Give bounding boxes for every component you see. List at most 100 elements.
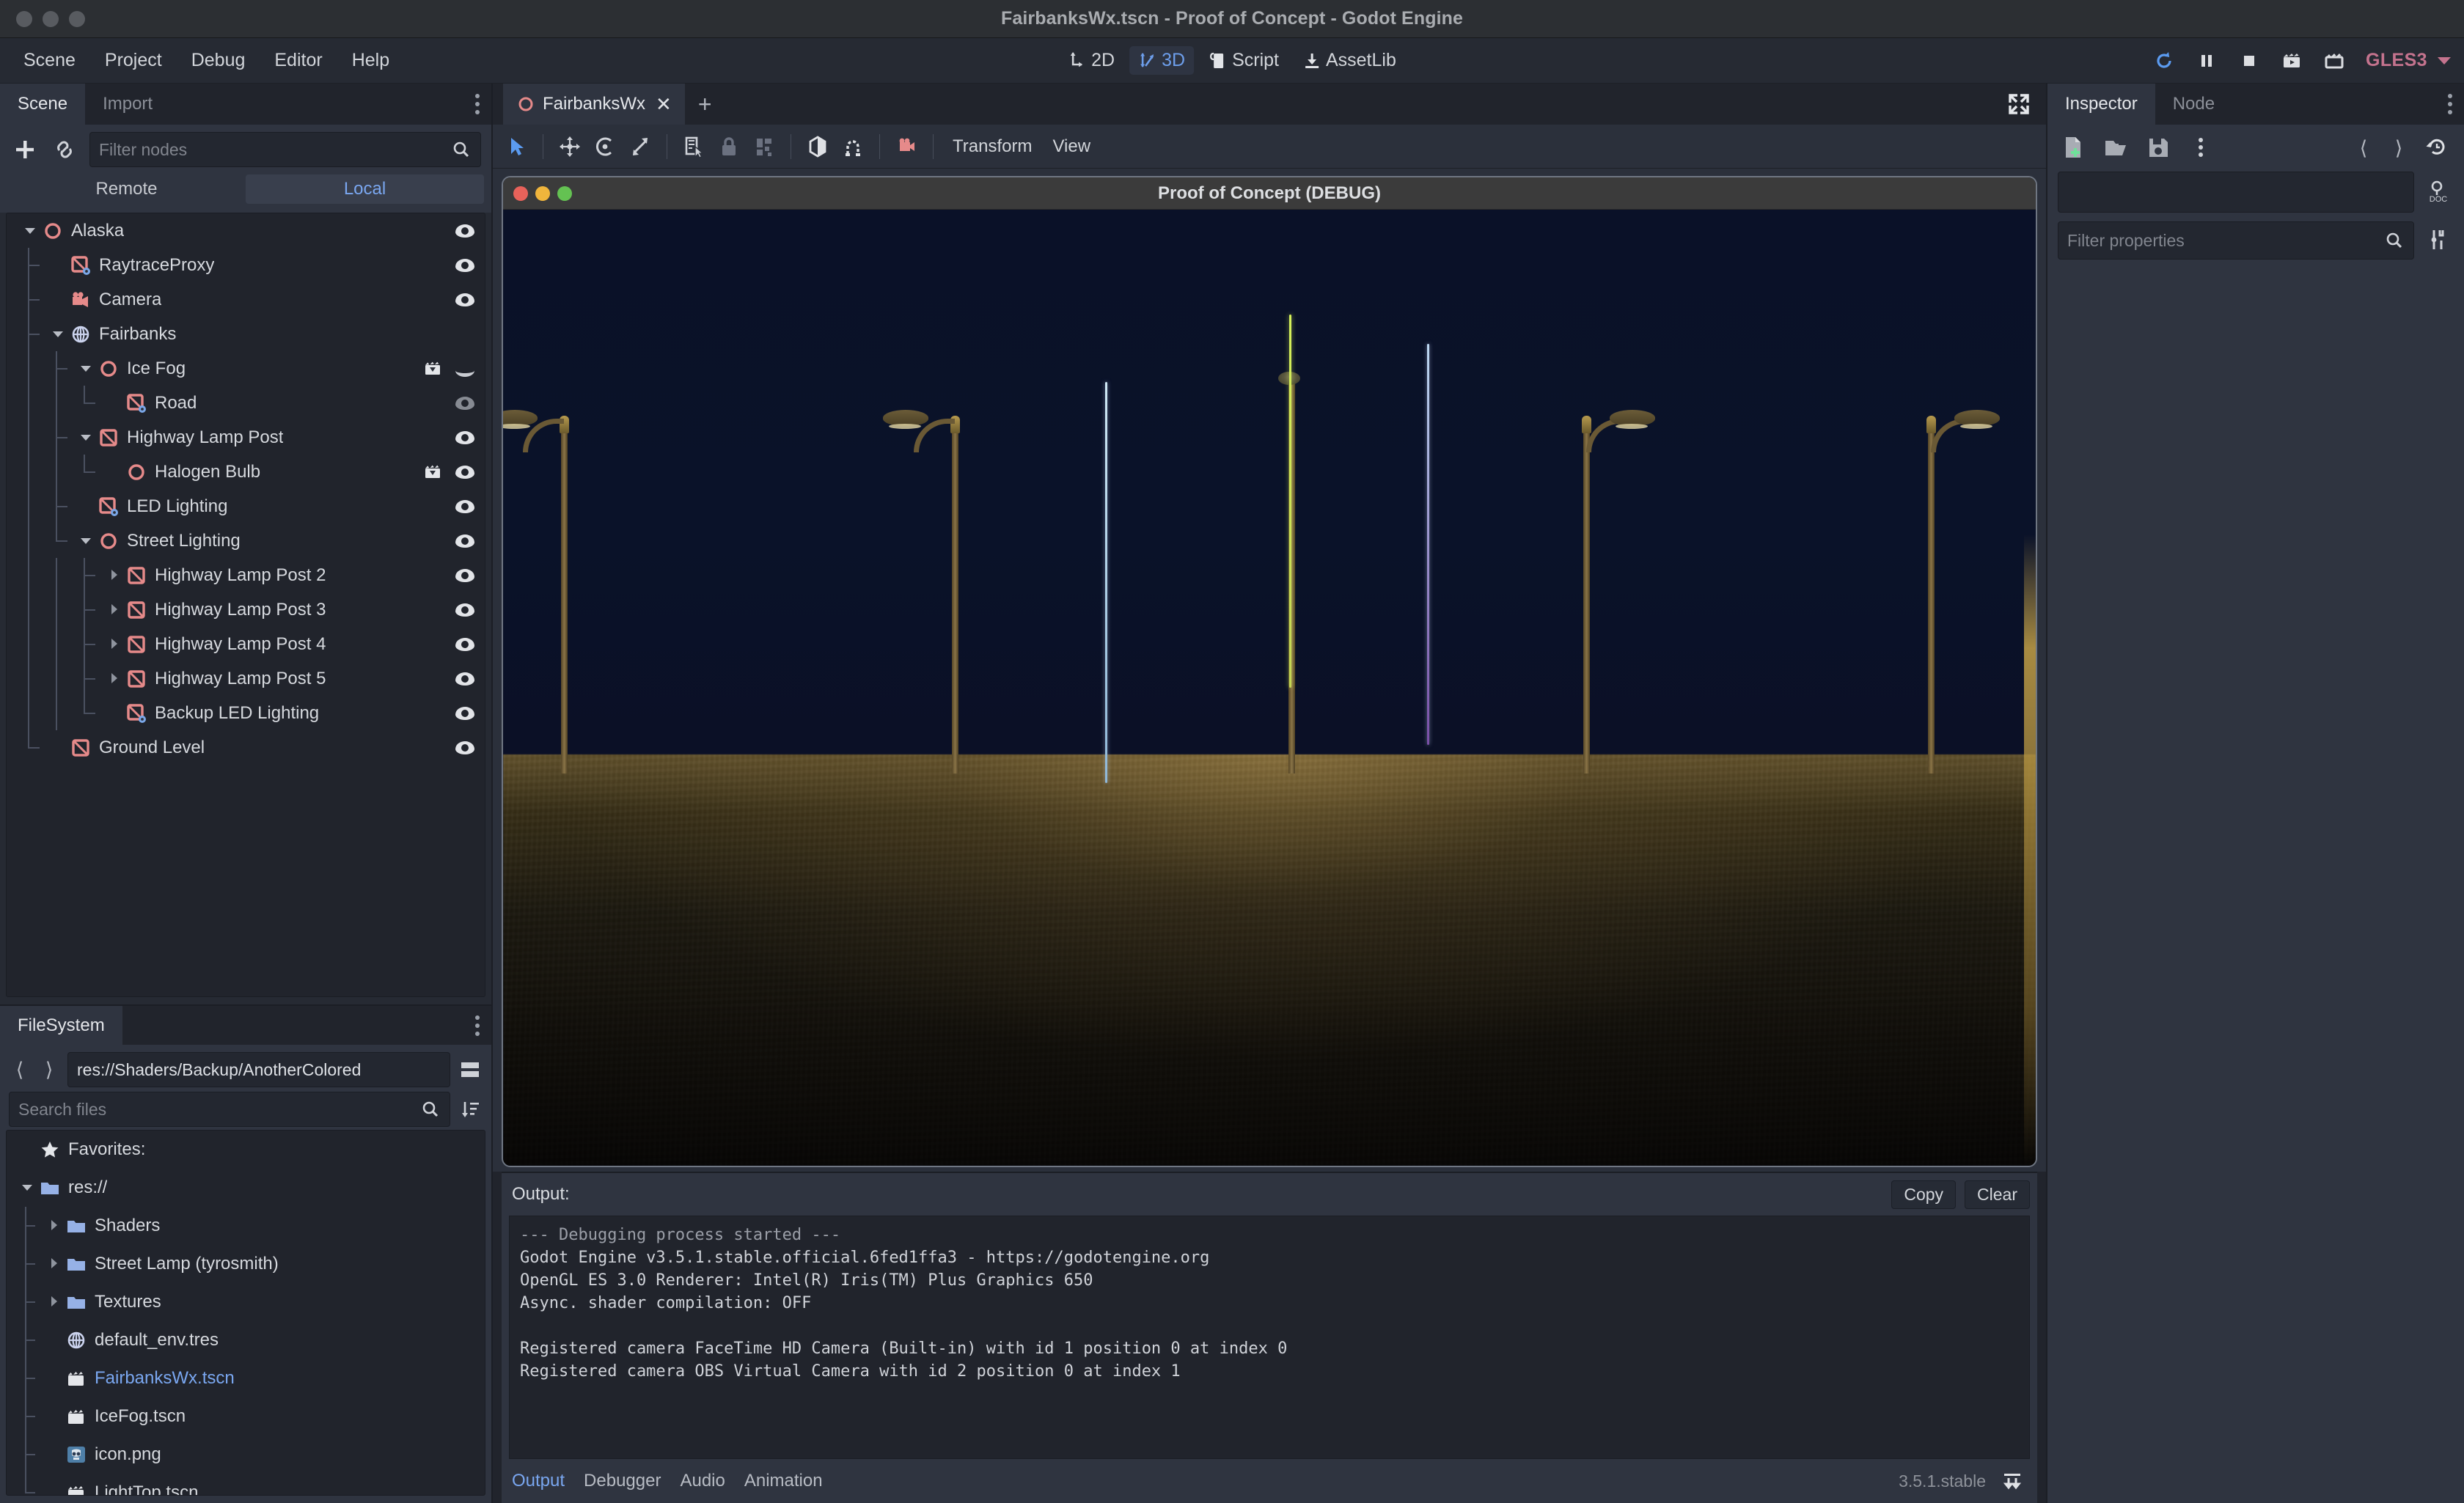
scene-tree-item[interactable]: Ice Fog — [7, 351, 485, 386]
search-doc-icon[interactable]: DOC — [2424, 177, 2454, 207]
scene-tree-item[interactable]: Highway Lamp Post 3 — [7, 592, 485, 627]
play-custom-scene-icon[interactable] — [2323, 50, 2345, 72]
group-icon[interactable] — [748, 131, 780, 163]
scene-tree-item[interactable]: Highway Lamp Post 4 — [7, 627, 485, 661]
visibility-icon[interactable] — [454, 565, 476, 587]
fullscreen-icon[interactable] — [2006, 92, 2031, 117]
chevron-down-icon[interactable] — [78, 533, 95, 549]
filesystem-item[interactable]: icon.png — [7, 1436, 485, 1474]
remote-tree-button[interactable]: Remote — [7, 174, 246, 204]
visibility-hidden-icon[interactable] — [454, 358, 476, 380]
clear-button[interactable]: Clear — [1965, 1180, 2030, 1209]
filesystem-item[interactable]: LightTop.tscn — [7, 1474, 485, 1496]
scene-tree[interactable]: Alaska RaytraceProxy Camera Fairbanks Ice Fo… — [6, 213, 485, 997]
mode-button-2d[interactable]: 2D — [1059, 46, 1123, 75]
visibility-icon[interactable] — [454, 599, 476, 621]
visibility-icon[interactable] — [454, 254, 476, 276]
menu-help[interactable]: Help — [339, 45, 403, 76]
animation-player-icon[interactable] — [423, 359, 444, 379]
os-minimize-button[interactable] — [43, 10, 59, 27]
filesystem-item[interactable]: Street Lamp (tyrosmith) — [7, 1245, 485, 1284]
chevron-left-icon[interactable]: ⟨ — [2353, 137, 2375, 160]
open-folder-icon[interactable] — [2102, 133, 2131, 163]
scene-tree-item[interactable]: Ground Level — [7, 730, 485, 765]
scale-tool-icon[interactable] — [624, 131, 656, 163]
visibility-icon[interactable] — [454, 461, 476, 483]
os-close-button[interactable] — [16, 10, 32, 27]
chevron-right-icon[interactable] — [106, 602, 122, 618]
expand-bottom-panel-icon[interactable] — [2001, 1469, 2024, 1493]
chevron-down-icon[interactable] — [78, 361, 95, 377]
stop-icon[interactable] — [2238, 50, 2260, 72]
close-icon[interactable]: ✕ — [656, 93, 672, 116]
filter-properties-input[interactable]: Filter properties — [2058, 221, 2414, 260]
visibility-icon[interactable] — [454, 496, 476, 518]
chevron-down-icon[interactable] — [2438, 56, 2451, 65]
snap-object-icon[interactable] — [802, 131, 834, 163]
menu-scene[interactable]: Scene — [10, 45, 89, 76]
scene-tree-item[interactable]: Halogen Bulb — [7, 455, 485, 489]
inspector-dock-menu-icon[interactable] — [2448, 94, 2452, 114]
select-cursor-icon[interactable] — [500, 131, 532, 163]
filter-nodes-input[interactable]: Filter nodes — [89, 132, 481, 167]
chevron-down-icon[interactable] — [20, 1180, 36, 1196]
chevron-right-icon[interactable] — [46, 1218, 62, 1234]
tab-filesystem[interactable]: FileSystem — [0, 1006, 122, 1046]
inspector-properties-area[interactable] — [2047, 264, 2464, 1503]
save-icon[interactable] — [2144, 133, 2174, 163]
tools-icon[interactable] — [2424, 226, 2454, 255]
os-maximize-button[interactable] — [69, 10, 85, 27]
filesystem-path-input[interactable]: res://Shaders/Backup/AnotherColored — [67, 1052, 450, 1088]
scene-tree-item[interactable]: Camera — [7, 282, 485, 317]
filesystem-item[interactable]: default_env.tres — [7, 1321, 485, 1360]
sort-icon[interactable] — [458, 1097, 483, 1122]
scene-tree-item[interactable]: Highway Lamp Post 2 — [7, 558, 485, 592]
add-scene-tab-button[interactable]: + — [685, 84, 725, 125]
scene-tree-item[interactable]: LED Lighting — [7, 489, 485, 523]
menu-editor[interactable]: Editor — [261, 45, 335, 76]
history-icon[interactable] — [2423, 133, 2452, 163]
chevron-right-icon[interactable]: ⟩ — [38, 1059, 60, 1081]
output-log[interactable]: --- Debugging process started --- Godot E… — [509, 1216, 2030, 1459]
filesystem-item[interactable]: Shaders — [7, 1207, 485, 1246]
filesystem-item[interactable]: IceFog.tscn — [7, 1397, 485, 1436]
spatial-viewport[interactable]: Proof of Concept (DEBUG) — [493, 169, 2046, 1172]
menu-debug[interactable]: Debug — [178, 45, 259, 76]
plus-icon[interactable] — [10, 135, 40, 164]
animation-player-icon[interactable] — [423, 462, 444, 482]
filesystem-item[interactable]: res:// — [7, 1169, 485, 1207]
visibility-icon[interactable] — [454, 530, 476, 552]
chevron-right-icon[interactable] — [106, 636, 122, 653]
camera-preview-icon[interactable] — [890, 131, 923, 163]
visibility-icon[interactable] — [454, 633, 476, 655]
mode-button-3d[interactable]: 3D — [1129, 46, 1195, 75]
inspector-object-field[interactable] — [2058, 172, 2414, 213]
split-mode-icon[interactable] — [458, 1057, 483, 1082]
chevron-down-icon[interactable] — [23, 223, 39, 239]
visibility-icon[interactable] — [454, 737, 476, 759]
tab-audio[interactable]: Audio — [680, 1471, 725, 1491]
scene-tree-item[interactable]: Backup LED Lighting — [7, 696, 485, 730]
chevron-right-icon[interactable]: ⟩ — [2388, 137, 2410, 160]
tab-node[interactable]: Node — [2155, 84, 2232, 125]
filesystem-tree[interactable]: Favorites: res:// Shaders Street Lamp (tyro… — [6, 1130, 485, 1496]
chevron-right-icon[interactable] — [46, 1294, 62, 1310]
scene-dock-menu-icon[interactable] — [475, 94, 480, 114]
new-resource-icon[interactable] — [2059, 133, 2089, 163]
scene-tree-item[interactable]: Highway Lamp Post — [7, 420, 485, 455]
scene-tree-item[interactable]: Highway Lamp Post 5 — [7, 661, 485, 696]
visibility-icon[interactable] — [454, 427, 476, 449]
tab-debugger[interactable]: Debugger — [584, 1471, 661, 1491]
visibility-icon[interactable] — [454, 392, 476, 414]
view-menu-button[interactable]: View — [1044, 133, 1099, 160]
game-render-canvas[interactable] — [503, 210, 2036, 1166]
lock-icon[interactable] — [713, 131, 745, 163]
local-tree-button[interactable]: Local — [246, 174, 484, 204]
list-select-icon[interactable] — [678, 131, 710, 163]
scene-tab-fairbankswx[interactable]: FairbanksWx ✕ — [503, 84, 685, 125]
tab-import[interactable]: Import — [85, 84, 170, 125]
filesystem-item[interactable]: Favorites: — [7, 1131, 485, 1169]
transform-menu-button[interactable]: Transform — [944, 133, 1041, 160]
filesystem-dock-menu-icon[interactable] — [475, 1015, 480, 1036]
magnet-icon[interactable] — [837, 131, 869, 163]
